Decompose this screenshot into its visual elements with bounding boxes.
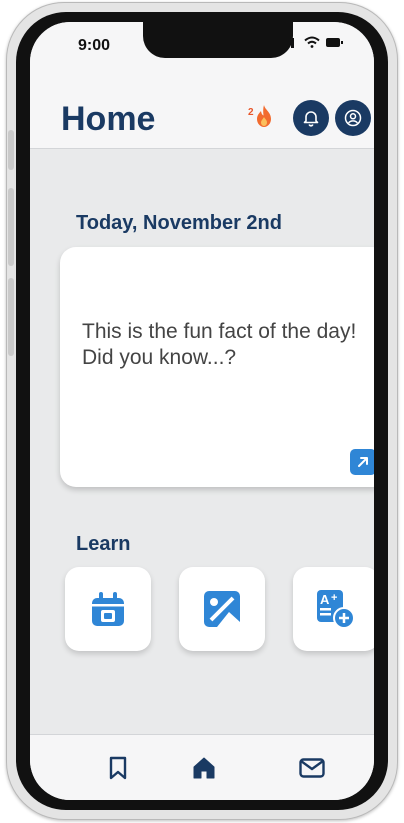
flashcards-icon: A + bbox=[317, 590, 355, 629]
expand-button[interactable] bbox=[350, 449, 374, 475]
bell-icon bbox=[303, 111, 319, 127]
calendar-icon bbox=[92, 592, 124, 626]
nav-item-messages[interactable] bbox=[295, 751, 329, 785]
svg-text:+: + bbox=[331, 592, 337, 604]
bottom-nav bbox=[30, 734, 374, 800]
learn-tile-calendar[interactable] bbox=[65, 567, 151, 651]
arrow-up-right-icon bbox=[358, 457, 368, 467]
flame-icon bbox=[256, 105, 271, 127]
battery-icon bbox=[326, 37, 343, 47]
mute-switch bbox=[8, 130, 14, 170]
app-screen: 9:00 Home 2 Today, November 2nd This is … bbox=[30, 22, 374, 800]
bookmark-icon bbox=[109, 756, 127, 780]
mail-icon bbox=[299, 758, 325, 778]
volume-down-button bbox=[8, 278, 14, 356]
image-quiz-icon bbox=[204, 591, 240, 627]
today-date: Today, November 2nd bbox=[76, 212, 282, 234]
learn-tile-flashcards[interactable]: A + bbox=[293, 567, 374, 651]
svg-text:A: A bbox=[320, 592, 330, 607]
home-icon bbox=[193, 757, 215, 779]
camera-notch bbox=[143, 22, 293, 58]
streak-count: 2 bbox=[248, 107, 254, 118]
status-time: 9:00 bbox=[78, 37, 111, 54]
wifi-icon bbox=[304, 36, 320, 48]
learn-heading: Learn bbox=[76, 533, 131, 555]
page-title: Home bbox=[61, 100, 156, 138]
volume-up-button bbox=[8, 188, 14, 266]
app-header: Home 2 bbox=[30, 70, 374, 149]
nav-item-bookmarks[interactable] bbox=[101, 751, 135, 785]
streak-indicator[interactable]: 2 bbox=[248, 104, 273, 128]
notifications-button[interactable] bbox=[293, 100, 329, 136]
fun-fact-text: This is the fun fact of the day! Did you… bbox=[82, 320, 357, 369]
user-icon bbox=[344, 109, 362, 127]
fun-fact-card[interactable]: This is the fun fact of the day! Did you… bbox=[60, 247, 374, 487]
learn-tile-image-quiz[interactable] bbox=[179, 567, 265, 651]
profile-button[interactable] bbox=[335, 100, 371, 136]
nav-item-home[interactable] bbox=[187, 751, 221, 785]
